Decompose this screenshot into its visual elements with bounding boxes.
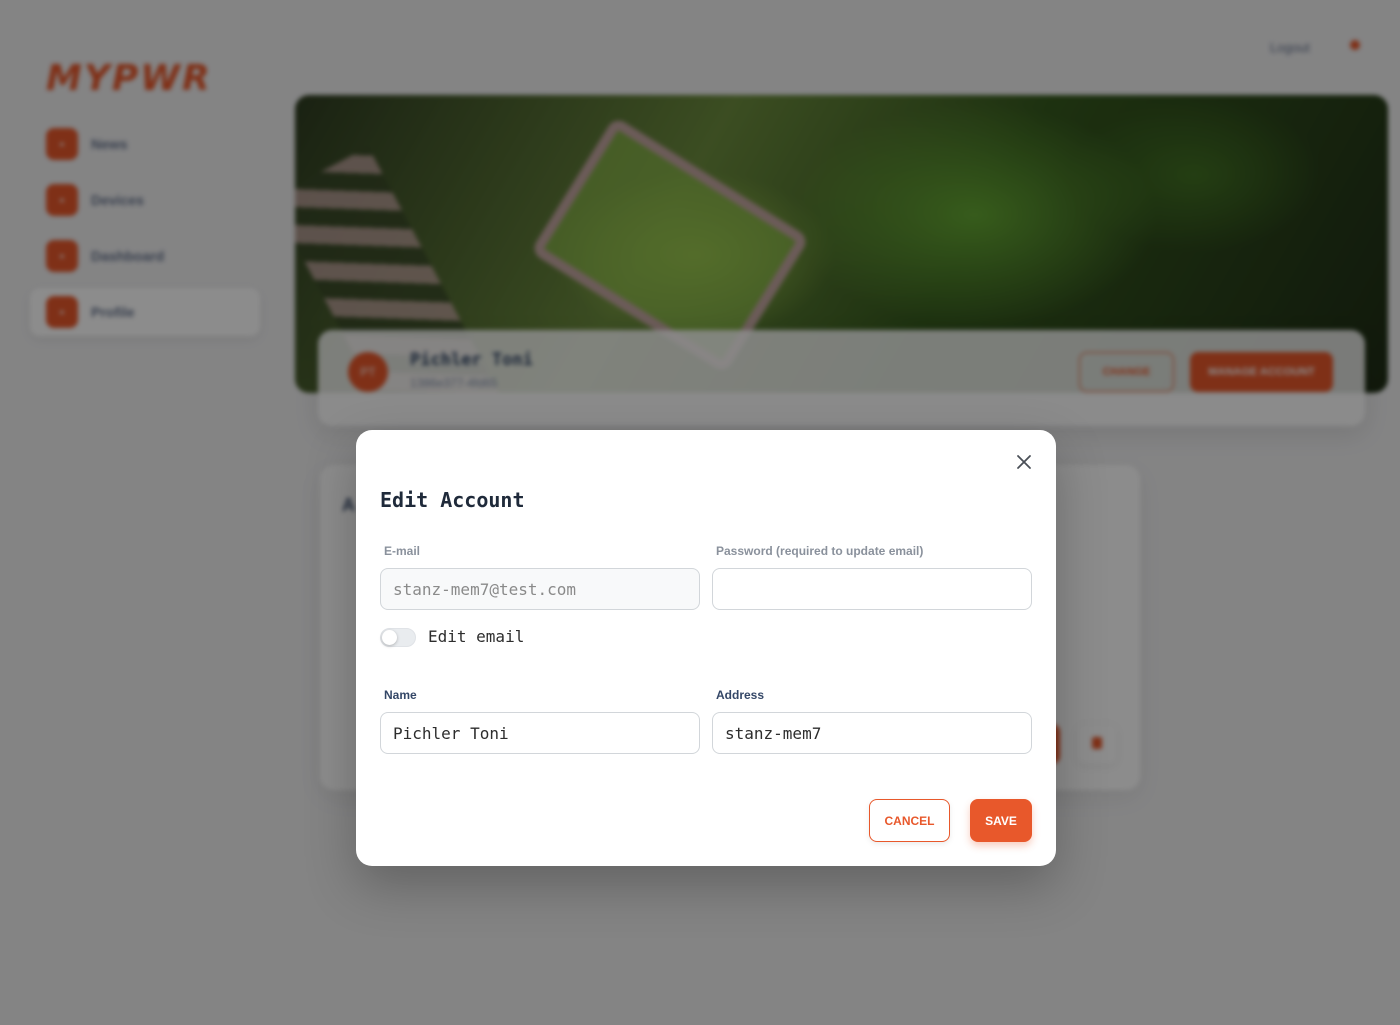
name-field[interactable] (380, 712, 700, 754)
edit-email-toggle[interactable] (380, 628, 416, 647)
email-field[interactable] (380, 568, 700, 610)
edit-account-dialog: Edit Account E-mail Password (required t… (356, 430, 1056, 866)
password-label: Password (required to update email) (716, 544, 924, 558)
password-field[interactable] (712, 568, 1032, 610)
close-icon[interactable] (1012, 450, 1036, 474)
save-button[interactable]: SAVE (970, 799, 1032, 842)
dialog-title: Edit Account (380, 488, 525, 512)
address-label: Address (716, 688, 765, 702)
cancel-button[interactable]: CANCEL (869, 799, 950, 842)
toggle-knob (382, 630, 397, 645)
email-label: E-mail (384, 544, 421, 558)
edit-email-label: Edit email (428, 627, 525, 646)
close-icon-glyph (1017, 455, 1031, 469)
name-label: Name (384, 688, 417, 702)
address-field[interactable] (712, 712, 1032, 754)
